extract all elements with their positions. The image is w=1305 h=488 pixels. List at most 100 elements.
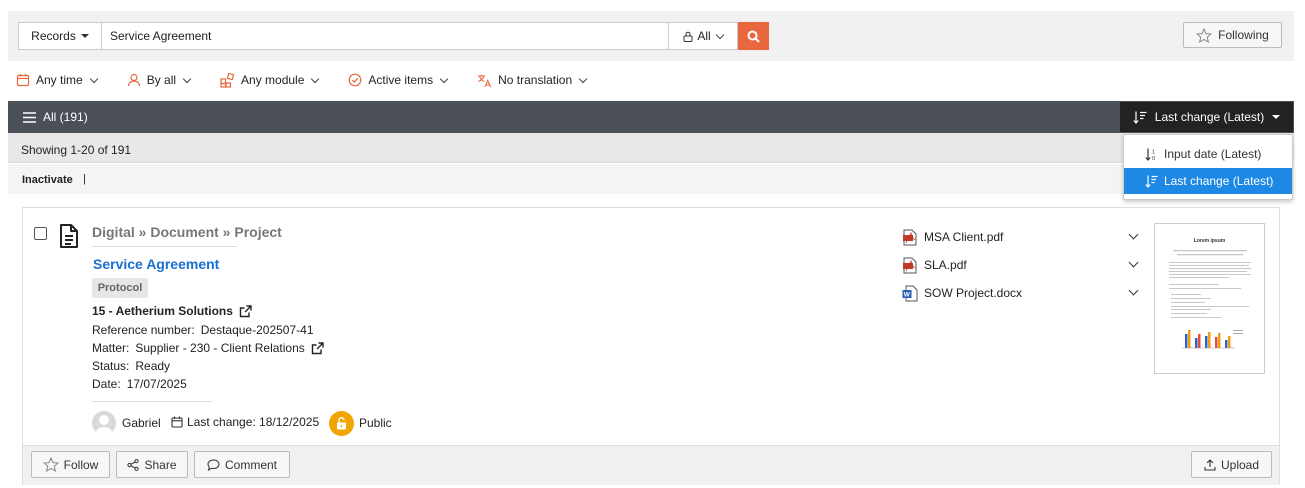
reference-row: Reference number: Destaque-202507-41	[92, 323, 314, 337]
share-button[interactable]: Share	[116, 451, 188, 478]
avatar	[92, 411, 116, 435]
attachment-item[interactable]: MSA Client.pdf	[902, 228, 1003, 246]
chevron-down-icon[interactable]	[1128, 229, 1139, 240]
filter-module[interactable]: Any module	[220, 72, 320, 88]
record-title-link[interactable]: Service Agreement	[93, 256, 219, 272]
pdf-file-icon	[903, 257, 917, 273]
all-label: All (191)	[43, 110, 88, 124]
chevron-down-icon	[89, 74, 98, 83]
caret-down-icon	[80, 34, 89, 38]
inactivate-action[interactable]: Inactivate	[22, 174, 73, 186]
calendar-icon	[16, 74, 30, 87]
matter-row: Matter: Supplier - 230 - Client Relation…	[92, 341, 324, 355]
document-thumbnail[interactable]: Lorem ipsum	[1154, 223, 1265, 374]
sort-dropdown[interactable]: Last change (Latest)	[1120, 102, 1293, 132]
record-checkbox[interactable]	[34, 227, 47, 240]
document-icon	[60, 224, 78, 248]
filter-user-label: By all	[146, 73, 177, 87]
filter-time-label: Any time	[36, 73, 83, 87]
search-input[interactable]	[102, 22, 669, 50]
chevron-down-icon	[311, 74, 320, 83]
user-avatar-icon	[95, 415, 113, 435]
record-card: Digital » Document » Project Service Agr…	[22, 207, 1280, 485]
menu-icon	[23, 111, 36, 123]
matter-value: Supplier - 230 - Client Relations	[135, 341, 305, 355]
filter-translation-label: No translation	[498, 73, 573, 87]
sort-desc-icon	[1145, 175, 1158, 188]
search-group: Records All	[18, 22, 769, 50]
thumbnail-preview	[1169, 250, 1251, 349]
sort-option-input-date[interactable]: 10 Input date (Latest)	[1124, 141, 1292, 167]
visibility-label: Public	[359, 416, 392, 430]
filter-row: Any time By all Any module Active items …	[16, 71, 616, 89]
upload-button[interactable]: Upload	[1191, 451, 1272, 478]
record-company: 15 - Aetherium Solutions	[92, 304, 252, 318]
bulk-action-bar: Inactivate |	[8, 164, 1294, 194]
comment-button[interactable]: Comment	[194, 451, 290, 478]
filter-user[interactable]: By all	[127, 73, 192, 87]
attachment-item[interactable]: SLA.pdf	[902, 256, 967, 274]
word-file-icon: W	[902, 285, 918, 301]
filter-time[interactable]: Any time	[16, 73, 98, 87]
share-label: Share	[144, 457, 177, 472]
filter-active[interactable]: Active items	[348, 73, 449, 87]
public-lock-icon	[329, 411, 354, 436]
date-label: Date:	[92, 377, 121, 391]
follow-button[interactable]: Follow	[31, 451, 110, 478]
showing-text: Showing 1-20 of 191	[21, 143, 132, 157]
star-icon	[1196, 27, 1213, 43]
sort-label: Last change (Latest)	[1154, 110, 1265, 124]
all-records-toggle[interactable]: All (191)	[23, 110, 88, 124]
filter-module-label: Any module	[241, 73, 305, 87]
chevron-down-icon	[182, 74, 192, 83]
following-button[interactable]: Following	[1183, 22, 1282, 48]
svg-text:1: 1	[1152, 149, 1155, 155]
record-tag: Protocol	[92, 278, 148, 298]
action-separator: |	[83, 173, 86, 185]
date-row: Date: 17/07/2025	[92, 377, 187, 391]
sort-menu: 10 Input date (Latest) Last change (Late…	[1123, 134, 1293, 200]
modules-icon	[220, 72, 235, 88]
pdf-file-icon	[903, 229, 917, 245]
upload-label: Upload	[1220, 457, 1260, 472]
chevron-down-icon	[578, 74, 588, 83]
translate-icon	[478, 74, 492, 87]
chevron-down-icon[interactable]	[1128, 285, 1139, 296]
chevron-down-icon	[715, 30, 724, 39]
follow-label: Follow	[63, 457, 99, 472]
divider	[92, 246, 237, 247]
external-link-icon[interactable]	[311, 341, 324, 355]
chevron-down-icon	[439, 74, 449, 83]
sort-option-label: Input date (Latest)	[1164, 147, 1262, 161]
sort-numeric-icon: 10	[1145, 148, 1155, 161]
attachment-item[interactable]: W SOW Project.docx	[902, 284, 1022, 302]
star-icon	[42, 457, 59, 472]
search-button[interactable]	[738, 22, 769, 50]
comment-label: Comment	[224, 457, 277, 472]
records-dropdown[interactable]: Records	[18, 22, 102, 50]
filter-translation[interactable]: No translation	[477, 73, 588, 88]
records-label: Records	[31, 29, 76, 43]
calendar-icon	[171, 416, 183, 428]
reference-value: Destaque-202507-41	[200, 323, 314, 337]
status-label: Status:	[92, 359, 130, 373]
check-circle-icon	[349, 73, 362, 87]
last-change-text: Last change: 18/12/2025	[187, 415, 320, 429]
list-header: All (191) Last change (Latest)	[8, 101, 1294, 133]
divider	[92, 401, 212, 402]
filter-active-label: Active items	[368, 73, 434, 87]
attachment-name: MSA Client.pdf	[924, 230, 1004, 244]
external-link-icon[interactable]	[239, 304, 252, 318]
svg-text:W: W	[904, 291, 911, 298]
sort-option-last-change[interactable]: Last change (Latest)	[1124, 168, 1292, 194]
caret-down-icon	[1272, 115, 1281, 119]
status-row: Status: Ready	[92, 359, 170, 373]
scope-dropdown[interactable]: All	[669, 22, 738, 50]
date-value: 17/07/2025	[126, 377, 187, 391]
chevron-down-icon[interactable]	[1128, 257, 1139, 268]
share-icon	[127, 458, 140, 471]
scope-label: All	[697, 29, 711, 43]
last-change: Last change: 18/12/2025	[171, 415, 319, 429]
search-icon	[747, 30, 760, 43]
user-icon	[127, 73, 140, 87]
